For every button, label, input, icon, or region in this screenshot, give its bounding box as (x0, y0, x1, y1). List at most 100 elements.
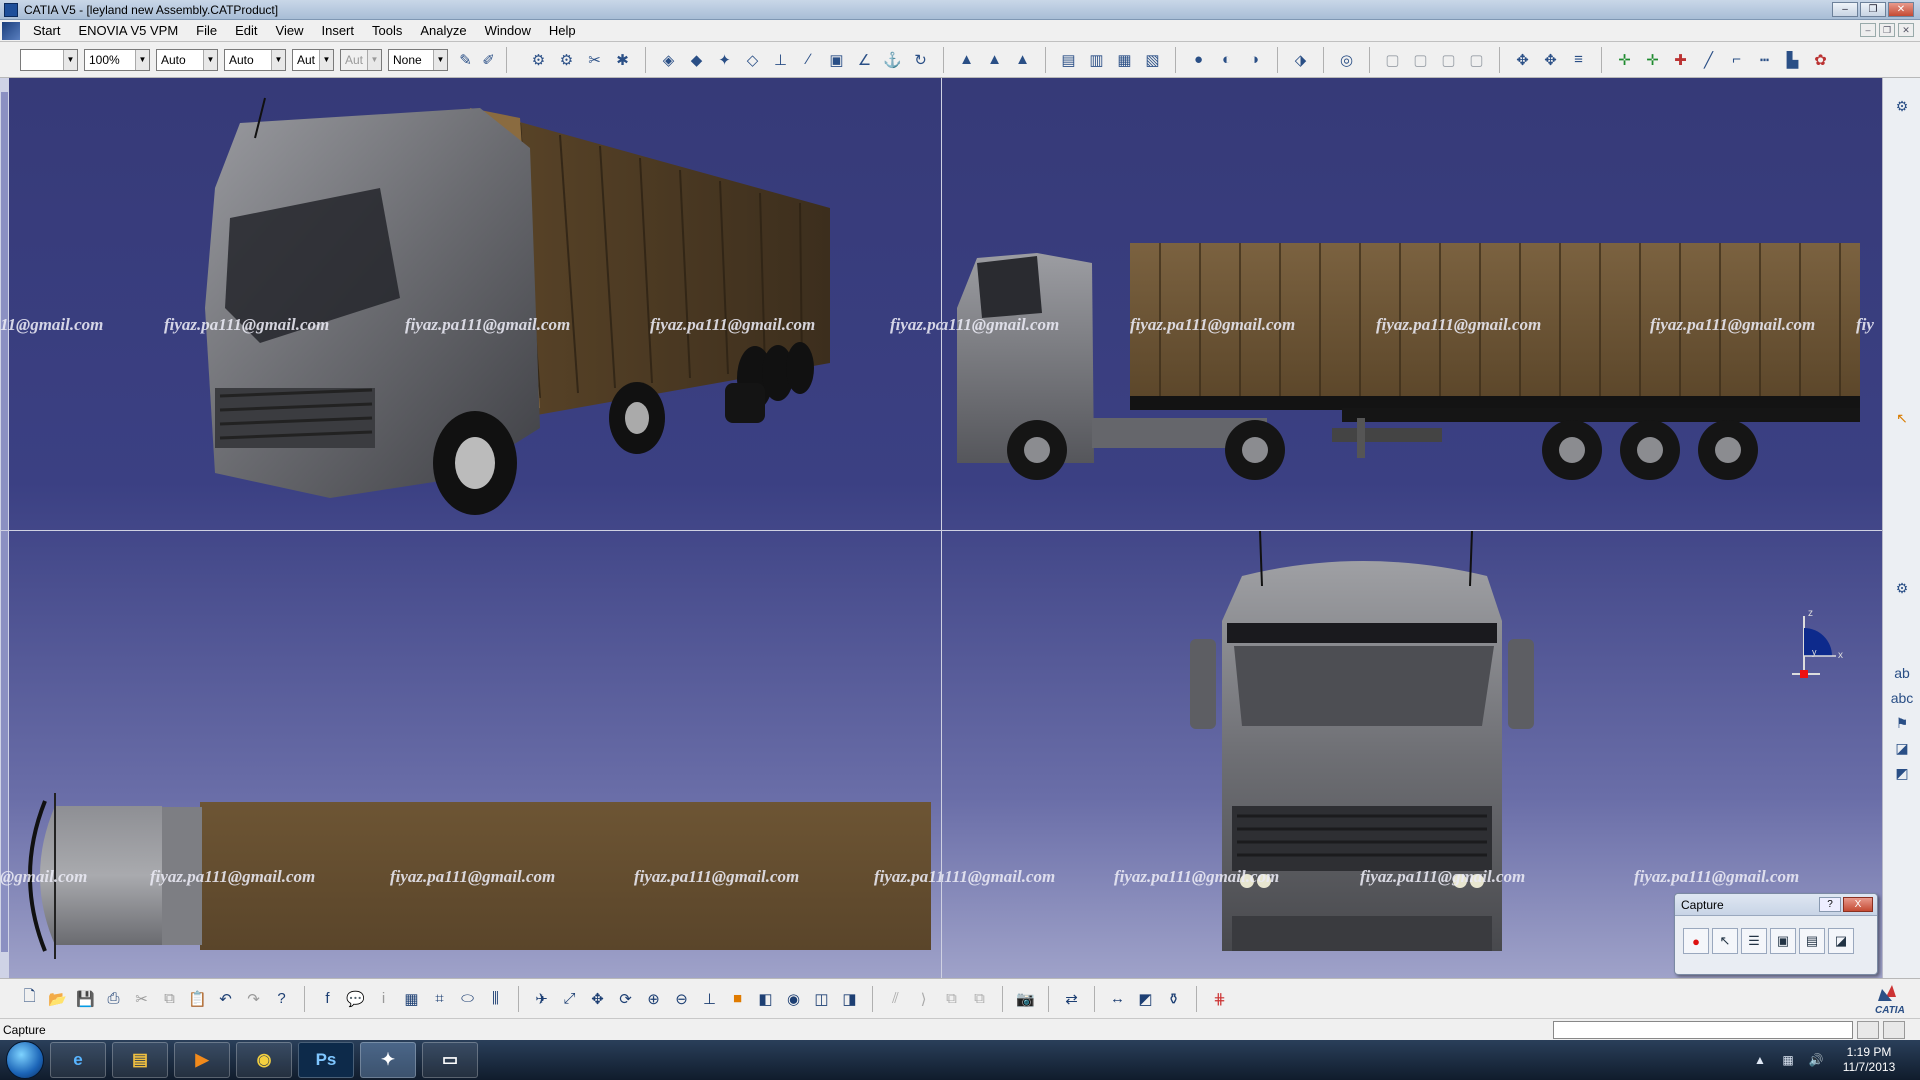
render-style-icon[interactable]: ◐ (1215, 48, 1238, 71)
doc-restore-button[interactable]: ❐ (1879, 23, 1895, 37)
3d-viewport[interactable]: 11@gmail.com fiyaz.pa111@gmail.com fiyaz… (0, 78, 1882, 978)
volume-icon[interactable]: 🔊 (1807, 1051, 1825, 1069)
line-thickness-combo[interactable]: Auto ▼ (156, 48, 218, 71)
gear-icon[interactable]: ⚙ (1892, 96, 1912, 116)
boolean-icon[interactable]: ▙ (1781, 48, 1804, 71)
menu-start[interactable]: Start (24, 20, 69, 42)
point-type-combo[interactable]: Aut ▼ (292, 48, 334, 71)
close-window-button[interactable]: ✕ (1888, 2, 1914, 17)
texture-icon[interactable]: ◑ (1243, 48, 1266, 71)
line-icon[interactable]: ╱ (1697, 48, 1720, 71)
command-history-button[interactable] (1857, 1021, 1879, 1039)
assembly-features-icon[interactable]: ✥ (1539, 48, 1562, 71)
open-file-icon[interactable]: 📂 (46, 987, 69, 1010)
swap-visible-icon[interactable]: ◨ (838, 987, 861, 1010)
format-painter-icon[interactable]: ✎ (454, 48, 477, 71)
menu-window[interactable]: Window (476, 20, 540, 42)
analysis-icon[interactable]: ⌗ (428, 987, 451, 1010)
move-component-icon[interactable]: ✥ (1511, 48, 1534, 71)
section-icon[interactable]: ◩ (1134, 987, 1157, 1010)
plane-icon[interactable]: ⌐ (1725, 48, 1748, 71)
photoshop-icon[interactable]: Ps (298, 1042, 354, 1078)
manipulate-icon[interactable]: ⚙ (1892, 578, 1912, 598)
distance-icon[interactable]: ▲ (1011, 48, 1034, 71)
menu-file[interactable]: File (187, 20, 226, 42)
annotation-icon-1[interactable]: ▢ (1381, 48, 1404, 71)
replace-component-icon[interactable]: ✂ (583, 48, 606, 71)
layer-combo[interactable]: None ▼ (388, 48, 448, 71)
save-capture-icon[interactable]: ◪ (1828, 928, 1854, 954)
minimize-button[interactable]: – (1832, 2, 1858, 17)
explode-icon[interactable]: ✦ (713, 48, 736, 71)
chrome-icon[interactable]: ◉ (236, 1042, 292, 1078)
zoom-in-icon[interactable]: ⊕ (642, 987, 665, 1010)
existing-component-icon[interactable]: ⚙ (555, 48, 578, 71)
select-arrow-icon[interactable]: ↖ (1892, 408, 1912, 428)
rotate-view-icon[interactable]: ⟳ (614, 987, 637, 1010)
translate-icon[interactable]: ✛ (1613, 48, 1636, 71)
offset-constraint-icon[interactable]: ▣ (825, 48, 848, 71)
show-hidden-icons-icon[interactable]: ▲ (1751, 1051, 1769, 1069)
view-annotation-icon[interactable]: ◩ (1892, 763, 1912, 783)
comment-icon[interactable]: 💬 (344, 987, 367, 1010)
capture-dialog[interactable]: Capture ? X ● ↖ ☰ ▣ ▤ ◪ (1674, 893, 1878, 975)
command-input[interactable] (1553, 1021, 1853, 1039)
normal-view-icon[interactable]: ⊥ (698, 987, 721, 1010)
measure-icon[interactable]: ⬗ (1289, 48, 1312, 71)
select-mode-icon[interactable]: ↖ (1712, 928, 1738, 954)
copy-icon[interactable]: ⧉ (158, 987, 181, 1010)
window-switcher-icon[interactable]: ▭ (422, 1042, 478, 1078)
new-file-icon[interactable]: 🗋 (18, 987, 41, 1010)
doc-close-button[interactable]: ✕ (1898, 23, 1914, 37)
annotation-icon-4[interactable]: ▢ (1465, 48, 1488, 71)
reconcile-icon[interactable]: ≡ (1567, 48, 1590, 71)
contact-constraint-icon[interactable]: ∕ (797, 48, 820, 71)
save-icon[interactable]: 💾 (74, 987, 97, 1010)
table-icon[interactable]: ▦ (400, 987, 423, 1010)
viewport-vertical-divider[interactable] (941, 78, 942, 978)
measure-inertia-icon[interactable]: ▧ (1141, 48, 1164, 71)
menu-tools[interactable]: Tools (363, 20, 411, 42)
flag-note-icon[interactable]: ⚑ (1892, 713, 1912, 733)
snap-icon[interactable]: ◆ (685, 48, 708, 71)
transparency-combo[interactable]: 100% ▼ (84, 48, 150, 71)
symmetry-icon[interactable]: ✚ (1669, 48, 1692, 71)
menu-view[interactable]: View (267, 20, 313, 42)
document-icon[interactable] (2, 21, 20, 40)
redo-icon[interactable]: ↷ (242, 987, 265, 1010)
menu-analyze[interactable]: Analyze (411, 20, 475, 42)
catalog-browser-icon[interactable]: ⇄ (1060, 987, 1083, 1010)
clash-icon[interactable]: ▲ (955, 48, 978, 71)
color-combo[interactable]: ▼ (20, 48, 78, 71)
rotate-icon[interactable]: ✛ (1641, 48, 1664, 71)
apply-material-icon[interactable]: ● (1187, 48, 1210, 71)
coincidence-constraint-icon[interactable]: ⊥ (769, 48, 792, 71)
knowledge-icon[interactable]: i (372, 987, 395, 1010)
sketch-icon[interactable]: ◎ (1335, 48, 1358, 71)
measure-item-icon[interactable]: ⚱ (1162, 987, 1185, 1010)
multi-view-icon[interactable]: ■ (726, 987, 749, 1010)
menu-insert[interactable]: Insert (312, 20, 363, 42)
update-icon[interactable]: ↻ (909, 48, 932, 71)
viewport-horizontal-divider[interactable] (0, 530, 1882, 531)
viewport-isometric[interactable]: 11@gmail.com fiyaz.pa111@gmail.com fiyaz… (0, 78, 941, 530)
media-player-icon[interactable]: ▶ (174, 1042, 230, 1078)
viewport-side[interactable]: fiyaz.pa111@gmail.com fiyaz.pa111@gmail.… (942, 78, 1882, 530)
angle-constraint-icon[interactable]: ∠ (853, 48, 876, 71)
catalog-icon[interactable]: ✿ (1809, 48, 1832, 71)
product-structure-icon[interactable]: ⚙ (527, 48, 550, 71)
compass-axis-icon[interactable]: z y x (1790, 608, 1850, 688)
record-icon[interactable]: ● (1683, 928, 1709, 954)
annotation-icon-3[interactable]: ▢ (1437, 48, 1460, 71)
internet-explorer-icon[interactable]: e (50, 1042, 106, 1078)
zoom-out-icon[interactable]: ⊖ (670, 987, 693, 1010)
mouse-icon[interactable]: ⬭ (456, 987, 479, 1010)
sectioning-icon[interactable]: ▲ (983, 48, 1006, 71)
doc-minimize-button[interactable]: – (1860, 23, 1876, 37)
network-icon[interactable]: ▦ (1779, 1051, 1797, 1069)
power-input-button[interactable] (1883, 1021, 1905, 1039)
axis-icon[interactable]: ┅ (1753, 48, 1776, 71)
options-icon[interactable]: ☰ (1741, 928, 1767, 954)
window-title-bar[interactable]: CATIA V5 - [leyland new Assembly.CATProd… (0, 0, 1920, 20)
linetype-combo[interactable]: Auto ▼ (224, 48, 286, 71)
